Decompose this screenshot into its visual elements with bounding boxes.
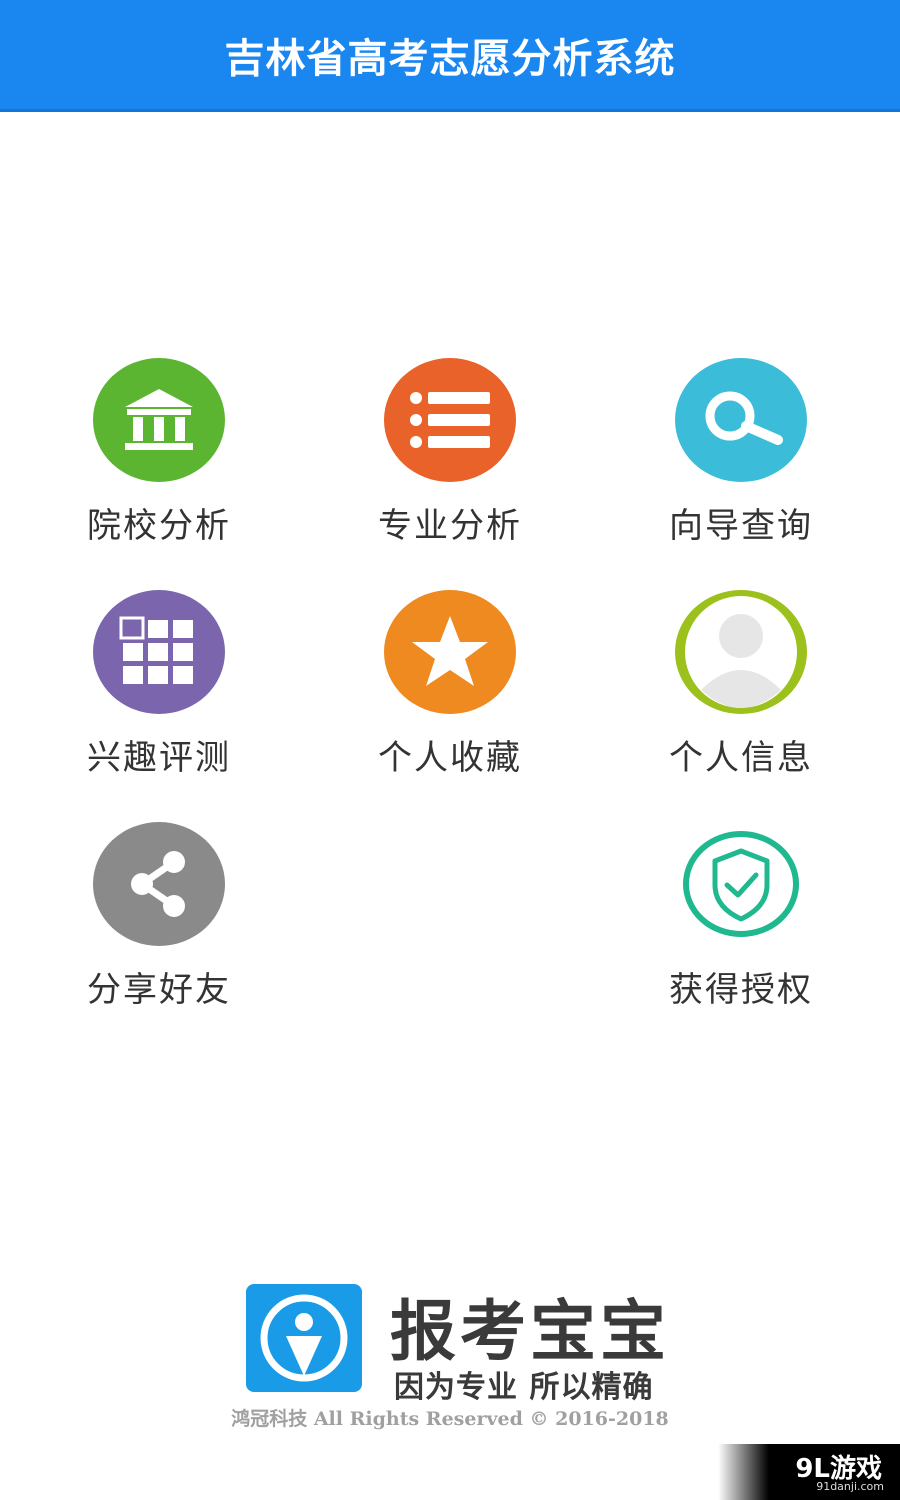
menu-item-label: 个人收藏: [378, 738, 522, 778]
menu-item-share-friends[interactable]: 分享好友: [59, 822, 259, 1022]
shield-check-icon: [675, 822, 807, 946]
menu-item-label: 兴趣评测: [87, 738, 231, 778]
share-icon: [93, 822, 225, 946]
copyright-text: 鸿冠科技 All Rights Reserved © 2016-2018: [231, 1408, 669, 1430]
menu-item-label: 个人信息: [669, 738, 813, 778]
brand-logo: [246, 1284, 362, 1392]
menu-item-personal-info[interactable]: 个人信息: [641, 590, 841, 790]
list-icon: [384, 358, 516, 482]
menu-item-label: 向导查询: [669, 506, 813, 546]
menu-item-label: 院校分析: [87, 506, 231, 546]
institution-icon: [93, 358, 225, 482]
menu-item-major-analysis[interactable]: 专业分析: [350, 358, 550, 558]
app-screen: 吉林省高考志愿分析系统 院校分析 专业分析 向导查询 兴趣评测 个人收藏 个人信…: [0, 0, 900, 1500]
app-header: 吉林省高考志愿分析系统: [0, 0, 900, 112]
brand-name: 报考宝宝: [390, 1292, 670, 1370]
menu-item-label: 专业分析: [378, 506, 522, 546]
menu-item-guided-search[interactable]: 向导查询: [641, 358, 841, 558]
menu-item-get-authorization[interactable]: 获得授权: [641, 822, 841, 1022]
grid-icon: [93, 590, 225, 714]
brand-slogan: 因为专业 所以精确: [394, 1370, 654, 1405]
user-icon: [675, 590, 807, 714]
brand-block: 报考宝宝 因为专业 所以精确: [246, 1284, 666, 1405]
menu-item-label: 获得授权: [669, 970, 813, 1010]
menu-item-label: 分享好友: [87, 970, 231, 1010]
page-title: 吉林省高考志愿分析系统: [224, 35, 676, 82]
menu-item-institution-analysis[interactable]: 院校分析: [59, 358, 259, 558]
menu-item-favorites[interactable]: 个人收藏: [350, 590, 550, 790]
watermark-sub: 91danji.com: [816, 1480, 884, 1493]
search-icon: [675, 358, 807, 482]
menu-item-interest-test[interactable]: 兴趣评测: [59, 590, 259, 790]
watermark: 9L游戏 91danji.com: [718, 1444, 900, 1500]
star-icon: [384, 590, 516, 714]
